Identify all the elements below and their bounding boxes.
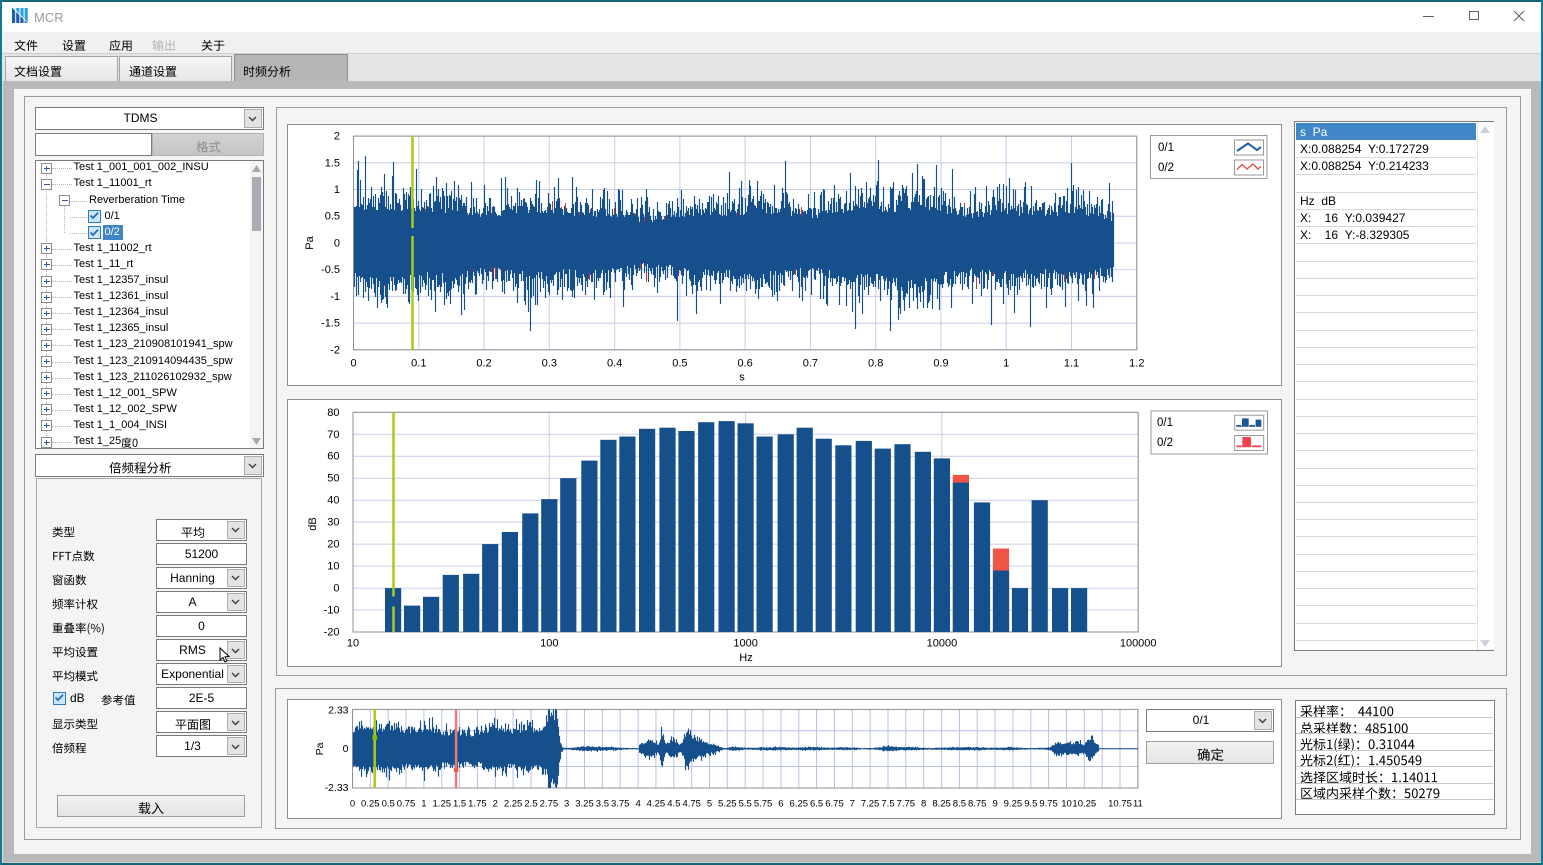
svg-text:0.8: 0.8 [868,357,883,369]
svg-text:1.5: 1.5 [324,157,339,169]
svg-text:20: 20 [327,539,339,551]
svg-text:1.25: 1.25 [432,799,451,810]
svg-text:7.5: 7.5 [881,799,894,810]
svg-text:70: 70 [327,429,339,441]
svg-text:10: 10 [327,561,339,573]
svg-text:30: 30 [327,517,339,529]
svg-text:0: 0 [342,743,348,755]
svg-text:0.4: 0.4 [606,357,621,369]
svg-text:80: 80 [327,407,339,419]
svg-text:0: 0 [333,237,339,249]
svg-text:0.75: 0.75 [396,799,415,810]
svg-text:1.75: 1.75 [468,799,487,810]
svg-text:dB: dB [307,517,319,530]
svg-text:4: 4 [635,799,640,810]
svg-text:100000: 100000 [1119,638,1156,650]
svg-text:2.33: 2.33 [328,705,349,717]
svg-text:6.25: 6.25 [789,799,808,810]
svg-text:5: 5 [706,799,711,810]
svg-text:-20: -20 [323,627,339,639]
svg-text:1: 1 [1003,357,1009,369]
svg-text:0.9: 0.9 [933,357,948,369]
svg-text:10: 10 [346,638,358,650]
svg-text:0.5: 0.5 [324,210,339,222]
svg-text:0.6: 0.6 [737,357,752,369]
svg-text:8.25: 8.25 [932,799,951,810]
svg-text:0/1: 0/1 [1157,417,1173,429]
svg-text:1000: 1000 [733,638,757,650]
svg-text:40: 40 [327,495,339,507]
svg-text:4.75: 4.75 [682,799,701,810]
svg-text:0.5: 0.5 [672,357,687,369]
svg-text:1.2: 1.2 [1129,357,1144,369]
svg-text:100: 100 [540,638,558,650]
svg-text:0.3: 0.3 [541,357,556,369]
svg-text:11: 11 [1132,799,1142,810]
svg-text:3.5: 3.5 [595,799,608,810]
svg-text:3: 3 [564,799,569,810]
svg-text:1.1: 1.1 [1063,357,1078,369]
svg-text:3.25: 3.25 [575,799,594,810]
svg-text:0.7: 0.7 [802,357,817,369]
svg-text:6: 6 [778,799,783,810]
svg-text:4.25: 4.25 [646,799,665,810]
svg-text:0/2: 0/2 [1158,162,1174,174]
svg-text:2: 2 [492,799,497,810]
svg-text:5.75: 5.75 [753,799,772,810]
svg-text:10.75: 10.75 [1108,799,1132,810]
svg-text:9.5: 9.5 [1024,799,1037,810]
svg-text:5.25: 5.25 [718,799,737,810]
svg-text:6.5: 6.5 [809,799,822,810]
svg-text:2.75: 2.75 [539,799,558,810]
svg-text:10000: 10000 [926,638,957,650]
svg-text:0/2: 0/2 [1157,437,1173,449]
svg-text:Hz: Hz [739,652,752,664]
svg-text:2.5: 2.5 [524,799,537,810]
svg-text:9.75: 9.75 [1039,799,1058,810]
svg-text:1: 1 [421,799,426,810]
svg-text:9: 9 [992,799,997,810]
svg-text:s: s [739,371,745,383]
svg-text:0: 0 [333,583,339,595]
svg-text:8.75: 8.75 [967,799,986,810]
svg-text:-2.33: -2.33 [324,782,348,794]
svg-text:-2: -2 [330,344,340,356]
svg-text:50: 50 [327,473,339,485]
svg-text:4.5: 4.5 [667,799,680,810]
svg-text:-0.5: -0.5 [321,264,340,276]
svg-text:3.75: 3.75 [610,799,629,810]
svg-text:0/1: 0/1 [1158,142,1174,154]
svg-text:Pa: Pa [304,235,316,249]
svg-text:2: 2 [333,130,339,142]
svg-text:-10: -10 [323,605,339,617]
svg-text:60: 60 [327,451,339,463]
svg-text:0.25: 0.25 [361,799,380,810]
svg-text:0.1: 0.1 [411,357,426,369]
svg-text:2.25: 2.25 [503,799,521,810]
svg-text:0.2: 0.2 [476,357,491,369]
svg-text:1.5: 1.5 [452,799,465,810]
svg-text:5.5: 5.5 [738,799,751,810]
svg-text:Pa: Pa [314,742,326,755]
svg-text:0: 0 [349,799,354,810]
svg-text:-1: -1 [330,290,340,302]
svg-text:7: 7 [849,799,854,810]
svg-text:8.5: 8.5 [952,799,965,810]
svg-text:7.25: 7.25 [860,799,879,810]
svg-text:6.75: 6.75 [825,799,844,810]
svg-text:10.25: 10.25 [1072,799,1096,810]
svg-text:9.25: 9.25 [1003,799,1022,810]
svg-text:10: 10 [1061,799,1072,810]
svg-text:8: 8 [921,799,926,810]
svg-text:7.75: 7.75 [896,799,915,810]
svg-text:0.5: 0.5 [381,799,394,810]
svg-text:0: 0 [350,357,356,369]
svg-text:1: 1 [333,184,339,196]
svg-text:-1.5: -1.5 [321,317,340,329]
